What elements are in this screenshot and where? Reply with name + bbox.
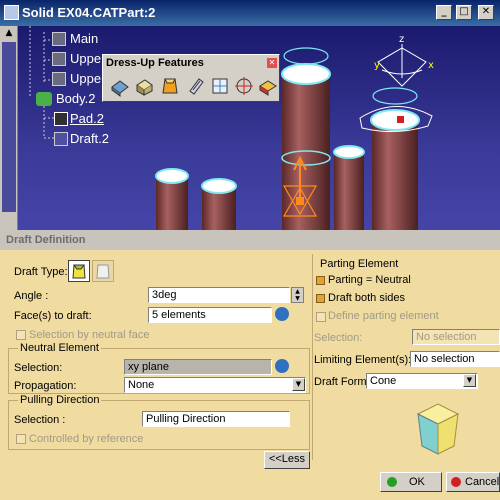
parting-neutral-checkbox[interactable] xyxy=(316,276,325,285)
cancel-icon xyxy=(451,477,461,487)
shell-icon[interactable] xyxy=(185,75,207,97)
draft-preview-icon xyxy=(416,403,460,455)
parting-neutral-label: Parting = Neutral xyxy=(328,274,411,286)
parting-selection-label: Selection: xyxy=(314,332,363,344)
surface-icon xyxy=(52,72,66,86)
tree-scrollbar[interactable]: ▲ xyxy=(0,26,18,230)
less-button[interactable]: <<Less xyxy=(264,451,310,469)
z-axis-label: z xyxy=(399,34,405,45)
app-icon xyxy=(4,5,19,20)
chamfer-icon[interactable] xyxy=(133,75,155,97)
tree-item-upper[interactable]: Upper xyxy=(70,51,105,66)
define-parting-element-label: Define parting element xyxy=(328,310,439,322)
dialog-title: Draft Definition xyxy=(0,230,500,250)
minimize-button[interactable]: _ xyxy=(436,5,452,20)
tree-connectors xyxy=(29,26,54,139)
constant-angle-draft-button[interactable] xyxy=(68,260,90,282)
dress-up-toolbar: Dress-Up Features ✕ xyxy=(102,54,280,102)
maximize-button[interactable]: □ xyxy=(456,5,472,20)
draft-form-label: Draft Form: xyxy=(314,376,370,388)
selection-by-neutral-face-checkbox[interactable] xyxy=(16,330,26,340)
cylinder-far-left xyxy=(155,168,189,230)
parting-element-title: Parting Element xyxy=(320,258,399,270)
3d-viewport[interactable]: ▲ Main Upper Upper Surface Body.2 Pad.2 … xyxy=(0,26,500,230)
window-title-bar: Solid EX04.CATPart:2 _ □ ✕ xyxy=(0,0,500,26)
cylinder-left xyxy=(201,178,237,230)
tree-item-pad[interactable]: Pad.2 xyxy=(70,111,104,126)
toolbar-title: Dress-Up Features xyxy=(106,57,204,69)
variable-draft-icon xyxy=(96,264,110,279)
neutral-edit-icon[interactable] xyxy=(275,359,289,373)
fillet-icon[interactable] xyxy=(109,75,131,97)
parting-selection-input[interactable]: No selection xyxy=(412,329,500,345)
controlled-by-reference-checkbox[interactable] xyxy=(16,434,26,444)
faces-edit-list-icon[interactable] xyxy=(275,307,289,321)
x-axis-label: x xyxy=(428,60,434,71)
draft-definition-dialog: Draft Definition Draft Type: Angle : 3de… xyxy=(0,230,500,500)
draft-angle-icon[interactable] xyxy=(159,75,181,97)
cylinder-right xyxy=(359,87,433,230)
cancel-button[interactable]: Cancel xyxy=(446,472,500,492)
angle-input[interactable]: 3deg xyxy=(148,287,290,303)
compass-icon xyxy=(377,44,427,87)
cancel-label: Cancel xyxy=(465,476,500,488)
faces-to-draft-label: Face(s) to draft: xyxy=(14,310,92,322)
thread-icon[interactable] xyxy=(233,75,255,97)
propagation-select[interactable]: None xyxy=(124,377,306,393)
draft-both-sides-label: Draft both sides xyxy=(328,292,406,304)
draft-type-label: Draft Type: xyxy=(14,266,68,278)
propagation-label: Propagation: xyxy=(14,380,77,392)
scroll-thumb[interactable] xyxy=(2,42,16,212)
limiting-elements-label: Limiting Element(s): xyxy=(314,354,412,366)
angle-label: Angle : xyxy=(14,290,49,302)
pulling-direction-title: Pulling Direction xyxy=(18,394,102,406)
toolbar-close-icon[interactable]: ✕ xyxy=(267,58,277,68)
neutral-element-title: Neutral Element xyxy=(18,342,101,354)
panel-divider xyxy=(312,254,313,460)
pad-icon xyxy=(54,112,68,126)
tree-item-body[interactable]: Body.2 xyxy=(56,91,96,106)
neutral-selection-label: Selection: xyxy=(14,362,63,374)
close-button[interactable]: ✕ xyxy=(478,5,494,20)
pulling-selection-label: Selection : xyxy=(14,414,66,426)
draft-icon xyxy=(54,132,68,146)
remove-face-icon[interactable] xyxy=(257,75,279,97)
ok-icon xyxy=(387,477,397,487)
surface-icon xyxy=(52,52,66,66)
ok-label: OK xyxy=(409,476,425,488)
window-title: Solid EX04.CATPart:2 xyxy=(22,5,156,20)
tree-item-draft[interactable]: Draft.2 xyxy=(70,131,109,146)
tree-item-main[interactable]: Main xyxy=(70,31,98,46)
limiting-elements-input[interactable]: No selection xyxy=(410,351,500,367)
pulling-selection-input[interactable]: Pulling Direction xyxy=(142,411,290,427)
neutral-selection-input[interactable]: xy plane xyxy=(124,359,272,375)
scroll-up-icon[interactable]: ▲ xyxy=(2,28,16,40)
cylinder-center xyxy=(333,145,365,230)
controlled-by-reference-label: Controlled by reference xyxy=(29,433,144,445)
constant-draft-icon xyxy=(72,264,86,279)
body-icon xyxy=(36,92,52,106)
variable-angle-draft-button[interactable] xyxy=(92,260,114,282)
draft-both-sides-checkbox[interactable] xyxy=(316,294,325,303)
faces-to-draft-input[interactable]: 5 elements xyxy=(148,307,272,323)
draft-form-select[interactable]: Cone xyxy=(366,373,478,389)
define-parting-element-checkbox[interactable] xyxy=(316,312,326,322)
thickness-icon[interactable] xyxy=(209,75,231,97)
surface-icon xyxy=(52,32,66,46)
angle-spinner[interactable]: ▲ ▼ xyxy=(291,287,304,303)
y-axis-label: y xyxy=(374,60,380,71)
draft-form-dropdown-icon[interactable]: ▼ xyxy=(463,374,476,387)
selection-by-neutral-face-label: Selection by neutral face xyxy=(29,329,150,341)
propagation-dropdown-icon[interactable]: ▼ xyxy=(292,378,305,391)
ok-button[interactable]: OK xyxy=(380,472,442,492)
